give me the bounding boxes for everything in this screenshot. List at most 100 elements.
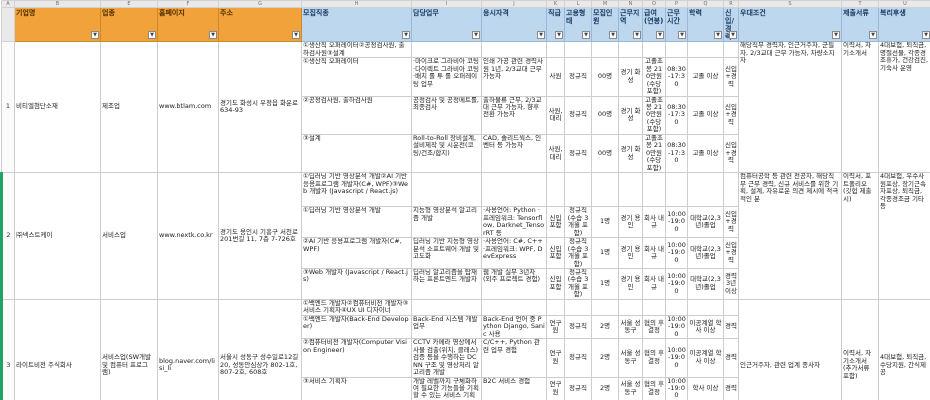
education-cell[interactable]: 이공계열 학사 이상 <box>688 339 724 377</box>
documents-cell[interactable]: 이력서, 자기소개서 (추가서류 포함) <box>842 299 879 400</box>
work-hours-cell[interactable]: 10:00-19:00 <box>666 268 688 299</box>
qualification-cell[interactable]: 출하물류 근무, 2/3교대 근무 가능자, 향후 전환 가능자 <box>482 96 547 134</box>
work-region-cell[interactable]: 경기 용인 <box>619 238 643 269</box>
job-title-cell[interactable]: ②컴퓨터비전 개발자(Computer Vision Engineer) <box>302 339 412 377</box>
employment-type-cell[interactable]: 정규직 (수습 3개월 포함) <box>565 238 592 269</box>
filter-dropdown-icon[interactable]: ▼ <box>472 31 480 39</box>
filter-dropdown-icon[interactable]: ▼ <box>656 31 664 39</box>
employment-type-cell[interactable] <box>565 173 592 207</box>
headcount-cell[interactable] <box>592 299 619 315</box>
header-15[interactable]: 신입/경력▼ <box>724 8 739 42</box>
employment-type-cell[interactable]: 정규직 (수습 3개월 포함) <box>565 207 592 238</box>
career-level-cell[interactable]: 경력 3년 이상 <box>724 268 739 299</box>
salary-cell[interactable]: 고졸초봉 210만원 (수당포함) <box>643 58 666 96</box>
duty-cell[interactable] <box>412 173 482 207</box>
duty-cell[interactable] <box>412 299 482 315</box>
career-level-cell[interactable] <box>724 42 739 58</box>
job-title-cell[interactable]: ③Web 개발자 (Javascript / React.js) <box>302 268 412 299</box>
work-hours-cell[interactable]: 10:00-19:00 <box>666 377 688 400</box>
headcount-cell[interactable]: 00명 <box>592 58 619 96</box>
header-10[interactable]: 모집인원▼ <box>592 8 619 42</box>
rank-cell[interactable]: 사원 <box>547 58 565 96</box>
homepage-cell[interactable]: www.btlam.com <box>158 42 219 173</box>
employment-type-cell[interactable]: 정규직 <box>565 96 592 134</box>
headcount-cell[interactable]: 2명 <box>592 315 619 338</box>
career-level-cell[interactable]: 신입+경력 <box>724 238 739 269</box>
column-letter[interactable]: H <box>302 1 412 8</box>
education-cell[interactable]: 고졸 이상 <box>688 96 724 134</box>
qualification-cell[interactable]: ·사용언어: C#, C++ ·프레임워크: WPF, DevExpress <box>482 238 547 269</box>
company-name-cell[interactable]: 라이트비전 주식회사 <box>15 299 101 400</box>
header-18[interactable]: 복리후생▼ <box>879 8 930 42</box>
industry-cell[interactable]: 제조업 <box>101 42 158 173</box>
company-name-cell[interactable]: 비티엘첨단소재 <box>15 42 101 173</box>
filter-dropdown-icon[interactable]: ▼ <box>869 31 877 39</box>
work-hours-cell[interactable] <box>666 42 688 58</box>
career-level-cell[interactable]: 신입+경력 <box>724 207 739 238</box>
work-hours-cell[interactable]: 08:30-17:30 <box>666 58 688 96</box>
headcount-cell[interactable]: 1명 <box>592 207 619 238</box>
headcount-cell[interactable]: 1명 <box>592 268 619 299</box>
work-region-cell[interactable]: 서울 성동구 <box>619 377 643 400</box>
duty-cell[interactable]: 딥러닝 알고리즘을 탑재하는 프론트엔드 개발자 <box>412 268 482 299</box>
filter-dropdown-icon[interactable]: ▼ <box>609 31 617 39</box>
career-level-cell[interactable]: 신입+경력 <box>724 58 739 96</box>
header-16[interactable]: 우대조건▼ <box>739 8 842 42</box>
header-12[interactable]: 급여(연봉)▼ <box>643 8 666 42</box>
duty-cell[interactable]: Back-End 시스템 개발 업무 <box>412 315 482 338</box>
row-number[interactable]: 3 <box>2 299 15 400</box>
row-number[interactable]: 2 <box>2 173 15 300</box>
rank-cell[interactable]: 신입포함 <box>547 207 565 238</box>
education-cell[interactable] <box>688 299 724 315</box>
employment-type-cell[interactable]: 정규직 <box>565 58 592 96</box>
qualification-cell[interactable]: CAD, 솔리드웍스, 인벤터 등 가능자 <box>482 134 547 172</box>
column-letter[interactable]: G <box>219 1 302 8</box>
work-region-cell[interactable]: 경기 용인 <box>619 207 643 238</box>
duty-cell[interactable] <box>412 42 482 58</box>
column-letter[interactable]: L <box>565 1 592 8</box>
employment-type-cell[interactable] <box>565 42 592 58</box>
duty-cell[interactable]: CCTV 카메라 영상에서 사물 검출(위치, 클래스) 검증 등을 수행하는 … <box>412 339 482 377</box>
filter-dropdown-icon[interactable]: ▼ <box>678 31 686 39</box>
column-letter[interactable]: M <box>592 1 619 8</box>
education-cell[interactable]: 이공계열 학사 이상 <box>688 315 724 338</box>
rank-cell[interactable]: 신입포함 <box>547 238 565 269</box>
column-letter[interactable]: E <box>101 1 158 8</box>
rank-cell[interactable]: 신입포함 <box>547 268 565 299</box>
employment-type-cell[interactable]: 정규직 <box>565 377 592 400</box>
rank-cell[interactable] <box>547 173 565 207</box>
salary-cell[interactable] <box>643 173 666 207</box>
filter-dropdown-icon[interactable]: ▼ <box>91 31 99 39</box>
work-hours-cell[interactable]: 08:30-17:30 <box>666 134 688 172</box>
work-region-cell[interactable]: 경기 화성 <box>619 58 643 96</box>
work-region-cell[interactable] <box>619 299 643 315</box>
documents-cell[interactable]: 이력서, 자기소개서 <box>842 42 879 173</box>
qualification-cell[interactable] <box>482 42 547 58</box>
education-cell[interactable] <box>688 173 724 207</box>
education-cell[interactable]: 고졸 이상 <box>688 134 724 172</box>
career-level-cell[interactable] <box>724 299 739 315</box>
employment-type-cell[interactable] <box>565 299 592 315</box>
homepage-cell[interactable]: www.nextk.co.kr <box>158 173 219 300</box>
headcount-cell[interactable] <box>592 42 619 58</box>
salary-cell[interactable]: 협의 후 결정 <box>643 339 666 377</box>
header-3[interactable]: 홈페이지▼ <box>158 8 219 42</box>
headcount-cell[interactable]: 00명 <box>592 96 619 134</box>
job-title-cell[interactable]: ③설계 <box>302 134 412 172</box>
rank-cell[interactable]: 연구원 <box>547 315 565 338</box>
qualification-cell[interactable]: C/C++, Python 관련 업무 경험 <box>482 339 547 377</box>
career-level-cell[interactable] <box>724 173 739 207</box>
column-letter[interactable]: I <box>412 1 482 8</box>
work-region-cell[interactable]: 서울 성동구 <box>619 315 643 338</box>
salary-cell[interactable]: 협의 후 결정 <box>643 377 666 400</box>
header-7[interactable]: 응시자격▼ <box>482 8 547 42</box>
employment-type-cell[interactable]: 정규직 <box>565 339 592 377</box>
work-region-cell[interactable] <box>619 173 643 207</box>
filter-dropdown-icon[interactable]: ▼ <box>832 31 840 39</box>
salary-cell[interactable]: 고졸초봉 210만원 (수당포함) <box>643 96 666 134</box>
duty-cell[interactable]: 딥러닝 기반 지능형 영상분석 소프트웨어 개발 및 고도화 <box>412 238 482 269</box>
salary-cell[interactable]: 고졸초봉 210만원 (수당포함) <box>643 134 666 172</box>
work-region-cell[interactable]: 서울 성동구 <box>619 339 643 377</box>
column-letter[interactable]: S <box>739 1 842 8</box>
career-level-cell[interactable]: 경력 <box>724 377 739 400</box>
